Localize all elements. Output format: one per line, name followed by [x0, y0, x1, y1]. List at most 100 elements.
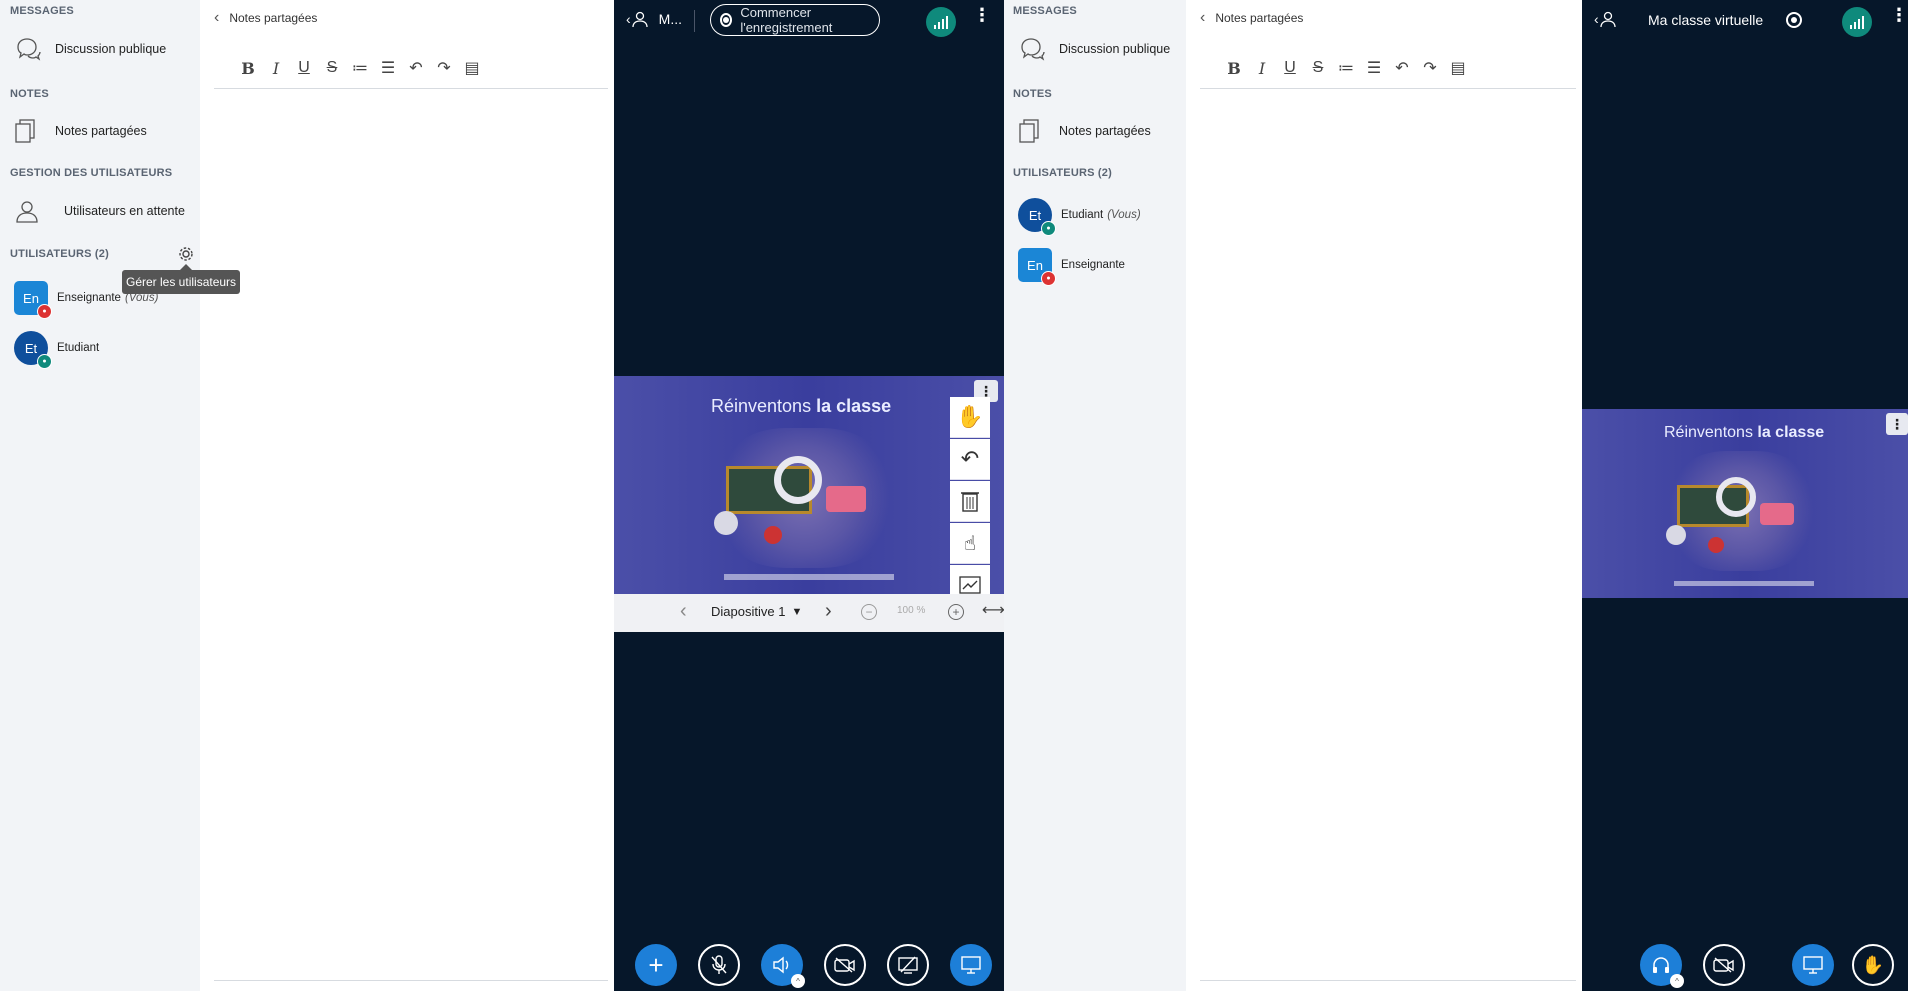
record-button[interactable]: Commencer l'enregistrement: [710, 4, 880, 36]
sidebar-item-shared-notes[interactable]: Notes partagées: [14, 118, 147, 144]
divider: [694, 10, 695, 32]
screen-share-off-icon: [898, 956, 918, 974]
user-name: Enseignante: [57, 292, 121, 304]
undo-annotation-icon[interactable]: ↶: [950, 439, 990, 480]
redo-icon[interactable]: ↷: [1416, 56, 1444, 80]
listen-only-badge-icon: ●: [1041, 221, 1056, 236]
ordered-list-icon[interactable]: ≔: [346, 56, 374, 80]
notes-back-button[interactable]: ‹ Notes partagées: [1200, 9, 1303, 27]
mute-mic-button[interactable]: [698, 944, 740, 986]
share-webcam-button[interactable]: [824, 944, 866, 986]
record-label: Commencer l'enregistrement: [740, 5, 833, 35]
apple-illustration: [1708, 537, 1724, 553]
chevron-down-icon: ▼: [791, 605, 803, 618]
divider: [214, 980, 608, 981]
bullet-list-icon[interactable]: ☰: [1360, 56, 1388, 80]
previous-slide-icon[interactable]: ‹: [680, 600, 687, 623]
zoom-in-icon[interactable]: +: [948, 604, 964, 620]
chevron-up-icon[interactable]: ^: [1670, 974, 1684, 988]
section-notes-title: NOTES: [10, 88, 49, 100]
sidebar-item-public-chat[interactable]: Discussion publique: [1018, 36, 1170, 62]
slide-title: Réinventons la classe: [711, 396, 892, 416]
user-list-item[interactable]: Et ● Etudiant: [14, 331, 99, 369]
protractor-illustration: [1716, 477, 1756, 517]
chevron-left-icon: ‹: [214, 9, 220, 26]
user-icon: [16, 201, 38, 223]
strikethrough-icon[interactable]: S: [318, 56, 346, 80]
bullet-list-icon[interactable]: ☰: [374, 56, 402, 80]
clear-annotations-icon[interactable]: [950, 481, 990, 522]
presentation-icon: [961, 956, 981, 974]
notes-icon: [15, 119, 35, 143]
section-notes-title: NOTES: [1013, 88, 1052, 100]
options-menu-icon[interactable]: ⋮: [973, 6, 991, 24]
slide-select[interactable]: Diapositive 1 ▼: [711, 604, 802, 619]
share-screen-button[interactable]: [887, 944, 929, 986]
sidebar-item-shared-notes[interactable]: Notes partagées: [1018, 118, 1151, 144]
italic-icon[interactable]: I: [262, 56, 290, 80]
options-menu-icon[interactable]: ⋮: [1890, 6, 1908, 24]
join-audio-button[interactable]: ^: [1640, 944, 1684, 988]
actions-plus-button[interactable]: +: [635, 944, 677, 986]
presentation-slide: Réinventons la classe ⋮: [1582, 409, 1908, 598]
user-name: Enseignante: [1061, 259, 1125, 271]
presentation-button[interactable]: [1792, 944, 1834, 986]
mic-muted-icon: [711, 955, 727, 974]
multi-user-pen-icon[interactable]: ☝: [950, 523, 990, 564]
share-webcam-button[interactable]: [1703, 944, 1745, 986]
sidebar-item-public-chat[interactable]: Discussion publique: [14, 36, 166, 62]
notes-back-button[interactable]: ‹ Notes partagées: [214, 9, 317, 27]
avatar: Et ●: [14, 331, 52, 369]
chevron-up-icon[interactable]: ^: [791, 974, 805, 988]
italic-icon[interactable]: I: [1248, 56, 1276, 80]
section-user-management-title: GESTION DES UTILISATEURS: [10, 167, 173, 179]
users-toggle-button[interactable]: ‹: [1594, 10, 1617, 28]
slide-footer-logos: [1674, 581, 1814, 586]
tooltip-arrow: [180, 264, 192, 270]
user-icon: [632, 11, 648, 28]
presentation-icon: [1803, 956, 1823, 974]
fit-width-icon[interactable]: ⟷: [982, 600, 1005, 620]
camera-off-icon: [834, 957, 855, 973]
notes-panel-right: ‹ Notes partagées B I U S ≔ ☰ ↶ ↷ ▤: [1186, 0, 1582, 991]
camera-off-icon: [1713, 957, 1734, 973]
notes-title: Notes partagées: [1215, 11, 1304, 25]
sidebar-right: MESSAGES Discussion publique NOTES Notes…: [1004, 0, 1186, 991]
connection-status-icon[interactable]: [1842, 7, 1872, 37]
bold-icon[interactable]: B: [1220, 56, 1248, 80]
notes-icon: [1019, 119, 1039, 143]
raise-hand-button[interactable]: ✋: [1852, 944, 1894, 986]
connection-status-icon[interactable]: [926, 7, 956, 37]
presentation-slide: Réinventons la classe ⋮: [614, 376, 1004, 594]
ordered-list-icon[interactable]: ≔: [1332, 56, 1360, 80]
avatar: En ●: [14, 281, 52, 319]
next-slide-icon[interactable]: ›: [825, 600, 832, 623]
user-icon: [1600, 11, 1616, 28]
meeting-title: M...: [658, 11, 683, 27]
audio-button[interactable]: ^: [761, 944, 805, 988]
underline-icon[interactable]: U: [1276, 56, 1304, 80]
headphones-icon: [1653, 957, 1669, 973]
pan-tool-icon[interactable]: ✋: [950, 397, 990, 438]
tooltip: Gérer les utilisateurs: [122, 270, 241, 294]
presentation-button[interactable]: [950, 944, 992, 986]
import-file-icon[interactable]: ▤: [1444, 56, 1472, 80]
redo-icon[interactable]: ↷: [430, 56, 458, 80]
sidebar-item-waiting-users[interactable]: Utilisateurs en attente: [14, 198, 185, 224]
user-list-item[interactable]: En ● Enseignante: [1018, 248, 1125, 286]
import-file-icon[interactable]: ▤: [458, 56, 486, 80]
slide-options-icon[interactable]: ⋮: [1886, 413, 1908, 435]
user-list-item[interactable]: Et ● Etudiant (Vous): [1018, 198, 1141, 236]
meeting-title: Ma classe virtuelle: [1648, 12, 1764, 28]
undo-icon[interactable]: ↶: [1388, 56, 1416, 80]
section-users-title: UTILISATEURS (2): [1013, 167, 1112, 179]
hand-icon: ✋: [1861, 954, 1885, 975]
users-toggle-button[interactable]: ‹ M...: [626, 10, 682, 28]
strikethrough-icon[interactable]: S: [1304, 56, 1332, 80]
bold-icon[interactable]: B: [234, 56, 262, 80]
undo-icon[interactable]: ↶: [402, 56, 430, 80]
sidebar-left: MESSAGES Discussion publique NOTES Notes…: [0, 0, 200, 991]
underline-icon[interactable]: U: [290, 56, 318, 80]
zoom-out-icon[interactable]: −: [861, 604, 877, 620]
chat-icon: [17, 38, 41, 61]
